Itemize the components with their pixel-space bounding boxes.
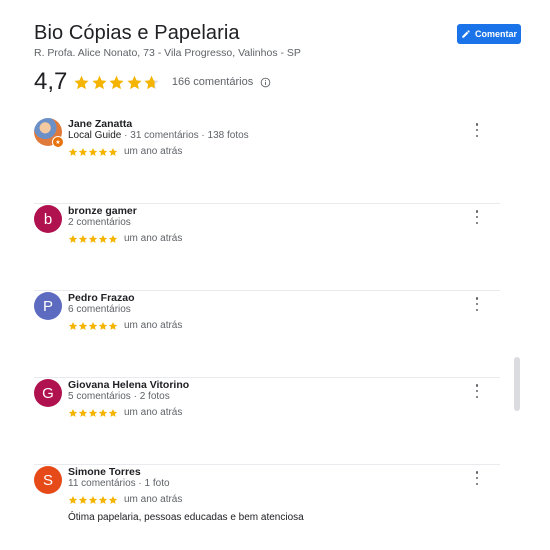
star-icon [88, 321, 98, 330]
avatar-letter: S [42, 471, 53, 489]
avatar[interactable]: S [34, 466, 62, 494]
more-vert-icon[interactable] [471, 384, 483, 398]
review-date: um ano atrás [124, 233, 183, 244]
avatar-letter: b [43, 210, 53, 228]
review-text: Ótima papelaria, pessoas educadas e bem … [68, 512, 304, 523]
star-icon [127, 75, 142, 89]
reviewer-name[interactable]: Simone Torres [68, 466, 141, 478]
review-stars [68, 495, 118, 505]
reviews-panel: Bio Cópias e Papelaria R. Profa. Alice N… [0, 0, 550, 550]
more-vert-icon[interactable] [471, 123, 483, 137]
review-stars [68, 234, 118, 244]
scrollbar-thumb[interactable] [514, 357, 520, 411]
reviewer-stats: 11 comentários · 1 foto [68, 478, 170, 489]
review-item: b bronze gamer 2 comentários um ano atrás [34, 204, 500, 291]
review-item: ★ Jane Zanatta Local Guide · 31 comentário… [34, 117, 500, 204]
reviewer-name[interactable]: Jane Zanatta [68, 118, 132, 130]
star-icon [108, 321, 118, 330]
review-stars [68, 408, 118, 418]
star-icon [108, 147, 118, 156]
review-date: um ano atrás [124, 407, 183, 418]
place-title: Bio Cópias e Papelaria [34, 22, 240, 44]
reviewer-meta: 11 comentários · 1 foto [68, 478, 170, 489]
reviewer-name[interactable]: Pedro Frazao [68, 292, 135, 304]
more-vert-icon[interactable] [471, 210, 483, 224]
reviewer-meta: Local Guide · 31 comentários · 138 fotos [68, 130, 249, 141]
star-icon [88, 147, 98, 156]
review-stars [68, 321, 118, 331]
place-address: R. Profa. Alice Nonato, 73 - Vila Progre… [34, 47, 301, 59]
star-icon [68, 234, 78, 243]
star-icon [78, 234, 88, 243]
star-icon [144, 75, 159, 89]
local-guide-label: Local Guide [68, 130, 122, 141]
star-icon [78, 147, 88, 156]
star-icon [108, 495, 118, 504]
review-count-link[interactable]: 166 comentários [172, 76, 253, 88]
local-guide-badge-icon: ★ [52, 136, 64, 148]
star-icon [88, 408, 98, 417]
avatar[interactable]: ★ [34, 118, 64, 148]
rating-summary: 4,7 166 comentários [34, 68, 271, 96]
reviewer-name[interactable]: Giovana Helena Vitorino [68, 379, 189, 391]
comment-button[interactable]: Comentar [457, 24, 521, 44]
more-vert-icon[interactable] [471, 297, 483, 311]
reviewer-stats: 5 comentários · 2 fotos [68, 391, 170, 402]
comment-button-label: Comentar [474, 29, 517, 39]
star-icon [68, 408, 78, 417]
review-rating-row: um ano atrás [68, 233, 182, 244]
star-icon [109, 75, 124, 89]
star-icon [98, 234, 108, 243]
reviewer-name[interactable]: bronze gamer [68, 205, 137, 217]
rating-stars [73, 74, 161, 91]
review-date: um ano atrás [124, 494, 183, 505]
review-stars [68, 147, 118, 157]
star-icon [98, 408, 108, 417]
review-item: G Giovana Helena Vitorino 5 comentários · … [34, 378, 500, 465]
star-icon [68, 495, 78, 504]
rating-number: 4,7 [34, 68, 68, 95]
review-date: um ano atrás [124, 320, 183, 331]
avatar[interactable]: P [34, 292, 62, 320]
review-date: um ano atrás [124, 146, 183, 157]
reviewer-stats: 6 comentários [68, 304, 131, 315]
star-icon [68, 321, 78, 330]
star-icon [108, 234, 118, 243]
star-icon [92, 75, 107, 89]
review-rating-row: um ano atrás [68, 320, 182, 331]
pencil-icon [461, 29, 471, 39]
star-icon [78, 495, 88, 504]
star-icon [78, 321, 88, 330]
reviewer-meta: 5 comentários · 2 fotos [68, 391, 170, 402]
star-icon [108, 408, 118, 417]
review-item: P Pedro Frazao 6 comentários um ano atrás [34, 291, 500, 378]
review-rating-row: um ano atrás [68, 146, 182, 157]
info-icon[interactable] [260, 77, 271, 88]
avatar-letter: P [42, 297, 53, 315]
star-icon [98, 495, 108, 504]
more-vert-icon[interactable] [471, 471, 483, 485]
star-icon [98, 147, 108, 156]
avatar[interactable]: b [34, 205, 62, 233]
avatar[interactable]: G [34, 379, 62, 407]
reviewer-stats: 2 comentários [68, 217, 131, 228]
avatar-letter: G [42, 384, 54, 402]
review-rating-row: um ano atrás [68, 407, 182, 418]
reviewer-stats: · 31 comentários · 138 fotos [121, 130, 249, 141]
reviewer-meta: 2 comentários [68, 217, 131, 228]
star-icon [88, 234, 98, 243]
reviewer-meta: 6 comentários [68, 304, 131, 315]
review-item: S Simone Torres 11 comentários · 1 foto um … [34, 465, 500, 550]
star-icon [98, 321, 108, 330]
star-icon [78, 408, 88, 417]
star-icon [88, 495, 98, 504]
star-icon [74, 75, 89, 89]
star-icon [68, 147, 78, 156]
review-list: ★ Jane Zanatta Local Guide · 31 comentário… [34, 117, 500, 550]
review-rating-row: um ano atrás [68, 494, 182, 505]
